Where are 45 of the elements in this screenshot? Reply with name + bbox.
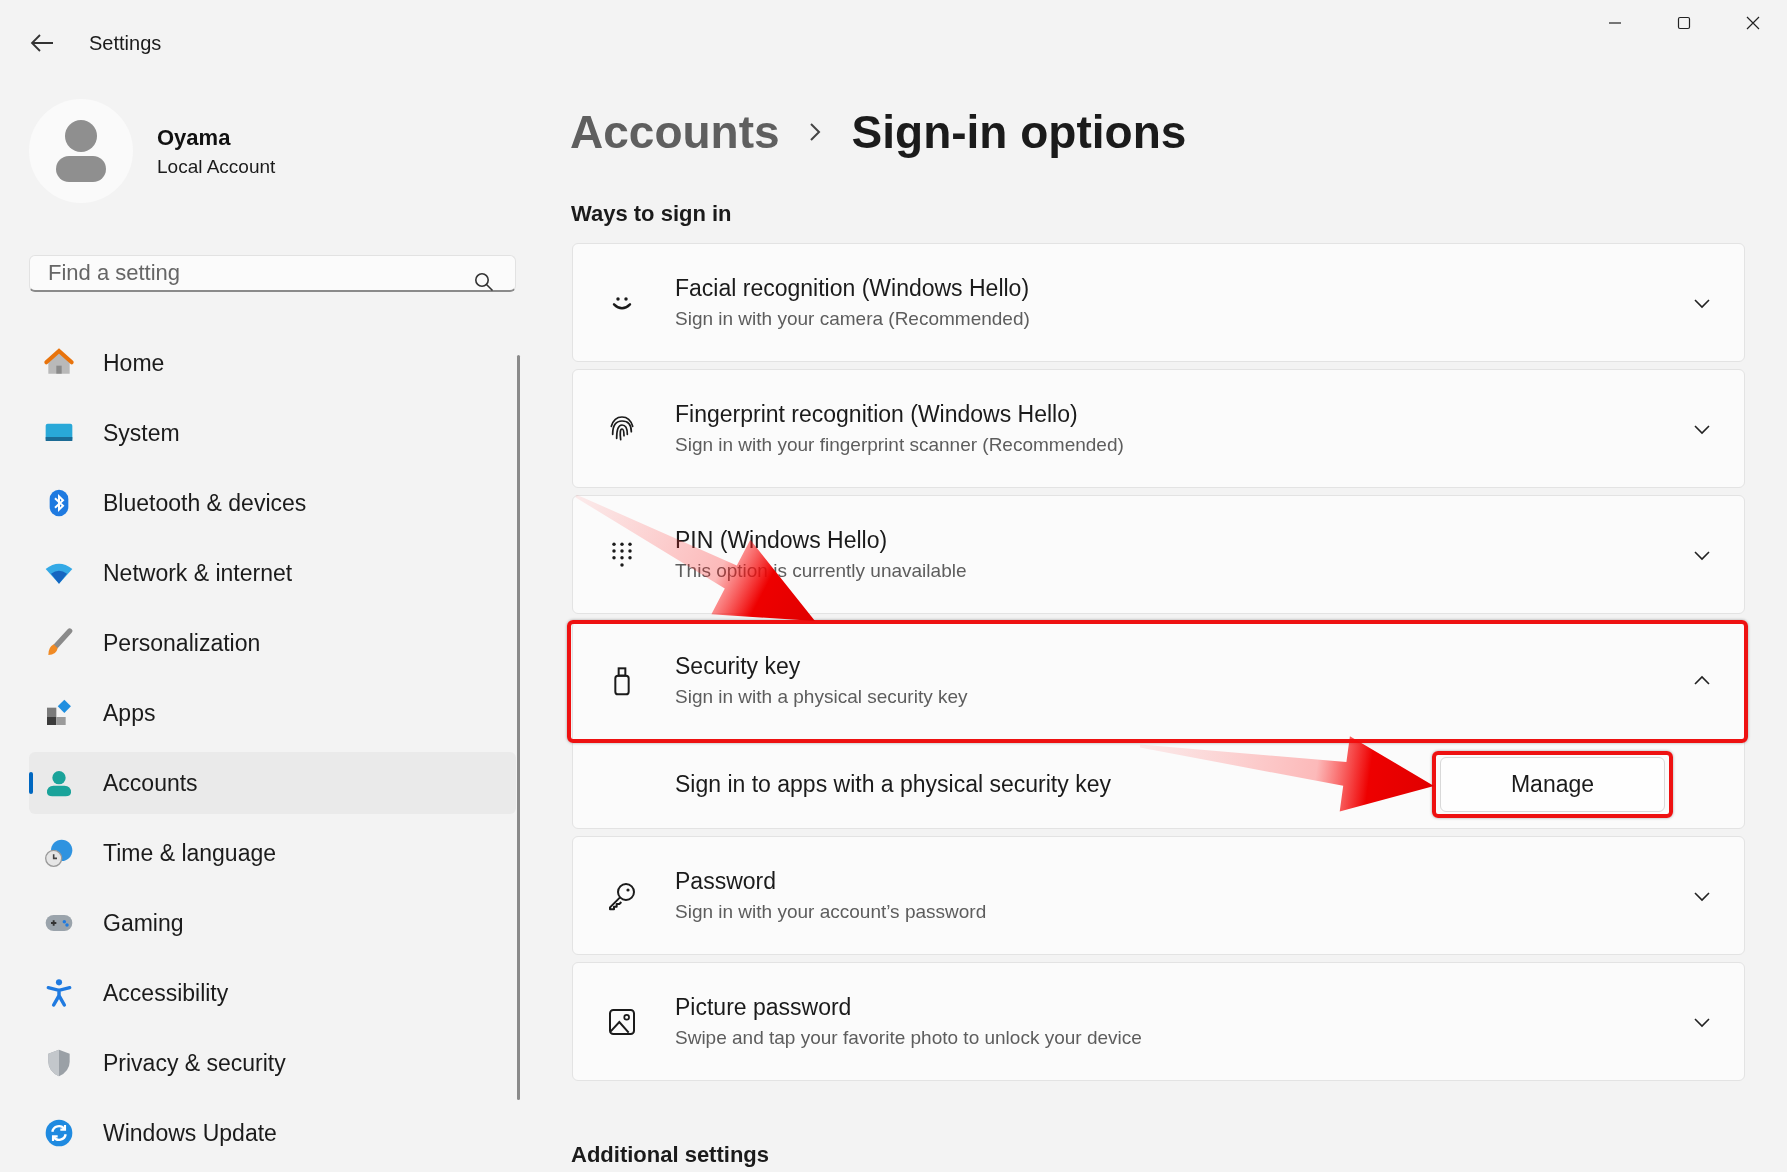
account-type: Local Account (157, 155, 276, 178)
breadcrumb-link[interactable]: Accounts (570, 105, 780, 159)
scrollbar[interactable] (517, 355, 520, 1100)
option-title: Password (675, 868, 777, 895)
option-subtitle: Sign in with your camera (Recommended) (675, 308, 1031, 330)
window-title: Settings (89, 31, 162, 55)
nav-item[interactable]: Network & internet (29, 542, 516, 604)
maximize-icon (1676, 16, 1691, 30)
nav-item[interactable]: Privacy & security (29, 1032, 516, 1094)
page-title: Sign-in options (851, 105, 1187, 159)
section-title: Ways to sign in (571, 200, 733, 228)
nav-item[interactable]: Home (29, 332, 516, 394)
option-title: Picture password (675, 994, 853, 1021)
sign-in-option-card[interactable]: Picture password Swipe and tap your favorite photo to unlock your device (572, 962, 1745, 1081)
nav-item[interactable]: Gaming (29, 892, 516, 954)
option-title: Fingerprint recognition (Windows Hello) (675, 401, 1079, 428)
nav-item[interactable]: Personalization (29, 612, 516, 674)
nav-item[interactable]: Accessibility (29, 962, 516, 1024)
option-title: Security key (675, 653, 802, 680)
option-subtitle: Swipe and tap your favorite photo to unlock your device (675, 1027, 1143, 1049)
option-subtitle: Sign in with a physical security key (675, 686, 969, 708)
sign-in-option-card[interactable]: Fingerprint recognition (Windows Hello) Sign in with your fingerprint scanner (Recommended) (572, 369, 1745, 488)
nav-item[interactable]: Time & language (29, 822, 516, 884)
nav-item[interactable]: Apps (29, 682, 516, 744)
nav-item[interactable]: Accounts (29, 752, 516, 814)
search-icon[interactable] (474, 272, 494, 292)
nav-item[interactable]: System (29, 402, 516, 464)
nav-item[interactable]: Bluetooth & devices (29, 472, 516, 534)
sign-in-option-card[interactable]: Facial recognition (Windows Hello) Sign in with your camera (Recommended) (572, 243, 1745, 362)
option-description: Sign in to apps with a physical security key (675, 770, 1112, 798)
user-name: Oyama (157, 124, 232, 151)
back-arrow-icon[interactable] (29, 33, 55, 53)
nav-item[interactable]: Windows Update (29, 1102, 516, 1164)
option-subtitle: Sign in with your fingerprint scanner (Recommended) (675, 434, 1125, 456)
sign-in-option-card[interactable]: Password Sign in with your account’s password (572, 836, 1745, 955)
option-title: PIN (Windows Hello) (675, 527, 889, 554)
chevron-right-icon (807, 121, 822, 143)
manage-button[interactable]: Manage (1440, 756, 1665, 812)
globe-clock-icon (43, 837, 75, 869)
section-title: Additional settings (571, 1142, 770, 1168)
option-subtitle: Sign in with your account’s password (675, 901, 988, 923)
option-title: Facial recognition (Windows Hello) (675, 275, 1031, 302)
close-icon (1745, 16, 1760, 30)
refresh-icon (43, 1117, 75, 1149)
search-field[interactable]: Find a setting (29, 255, 516, 292)
